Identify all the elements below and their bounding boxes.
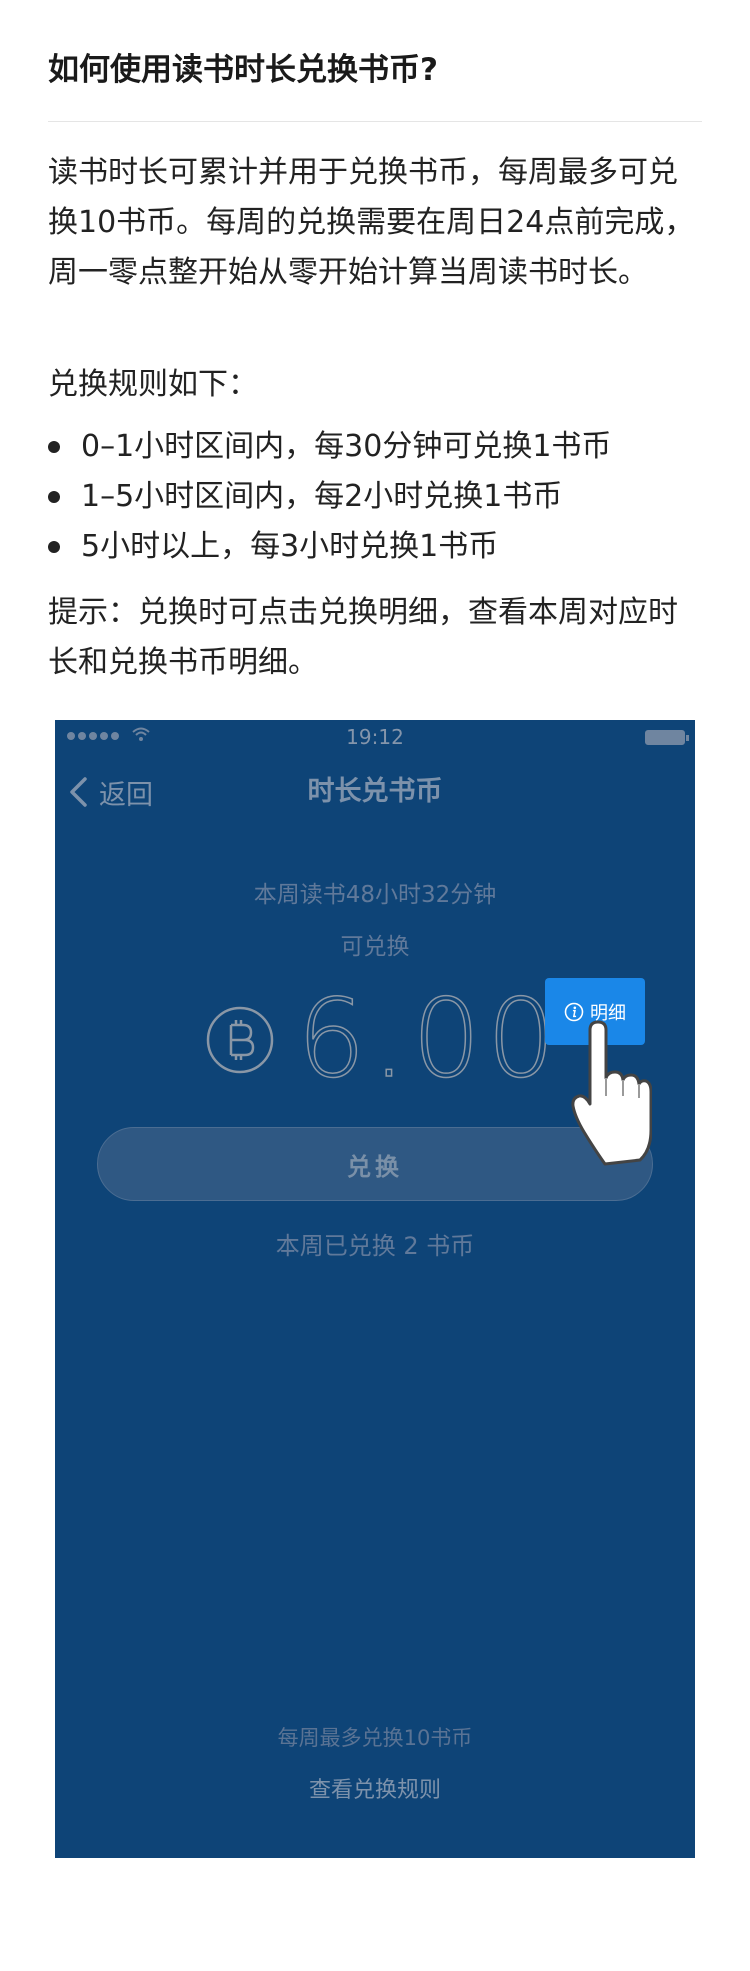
battery-icon bbox=[645, 730, 689, 745]
article-title: 如何使用读书时长兑换书币? bbox=[48, 52, 438, 88]
bullet-icon bbox=[48, 441, 60, 453]
view-rules-link[interactable]: 查看兑换规则 bbox=[55, 1776, 695, 1806]
bullet-icon bbox=[48, 541, 60, 553]
info-icon bbox=[564, 1002, 584, 1021]
intro-paragraph: 读书时长可累计并用于兑换书币，每周最多可兑换10书币。每周的兑换需要在周日24点… bbox=[48, 155, 695, 290]
status-time: 19:12 bbox=[346, 725, 404, 749]
list-item: 0–1小时区间内，每30分钟可兑换1书币 bbox=[48, 422, 702, 472]
coin-amount: 6.00 bbox=[296, 977, 562, 1102]
exchanged-info: 本周已兑换 2 书币 bbox=[275, 1232, 475, 1260]
phone-screenshot: 19:12 返回 时长兑书币 本周读书48小时32分钟 可兑换 6.00 明细 … bbox=[55, 720, 695, 1858]
tip-paragraph: 提示：兑换时可点击兑换明细，查看本周对应时长和兑换书币明细。 bbox=[48, 595, 678, 680]
divider bbox=[48, 121, 702, 122]
status-bar: 19:12 bbox=[55, 720, 695, 754]
list-item: 5小时以上，每3小时兑换1书币 bbox=[48, 522, 702, 572]
rule-text: 5小时以上，每3小时兑换1书币 bbox=[81, 529, 499, 564]
rule-text: 1–5小时区间内，每2小时兑换1书币 bbox=[81, 479, 563, 514]
rules-list: 0–1小时区间内，每30分钟可兑换1书币 1–5小时区间内，每2小时兑换1书币 … bbox=[48, 422, 702, 572]
bullet-icon bbox=[48, 491, 60, 503]
nav-bar: 返回 时长兑书币 bbox=[55, 754, 695, 830]
rule-text: 0–1小时区间内，每30分钟可兑换1书币 bbox=[81, 429, 612, 464]
hand-pointer-icon bbox=[571, 1020, 652, 1166]
article: 如何使用读书时长兑换书币? 读书时长可累计并用于兑换书币，每周最多可兑换10书币… bbox=[0, 0, 750, 1971]
bitcoin-icon bbox=[206, 1006, 274, 1074]
nav-title: 时长兑书币 bbox=[307, 776, 443, 807]
rules-intro: 兑换规则如下： bbox=[48, 367, 258, 402]
list-item: 1–5小时区间内，每2小时兑换1书币 bbox=[48, 472, 702, 522]
can-exchange-label: 可兑换 bbox=[340, 934, 410, 960]
weekly-max-note: 每周最多兑换10书币 bbox=[277, 1726, 473, 1750]
coin-amount-row: 6.00 bbox=[205, 977, 562, 1102]
week-reading-time: 本周读书48小时32分钟 bbox=[253, 882, 497, 908]
